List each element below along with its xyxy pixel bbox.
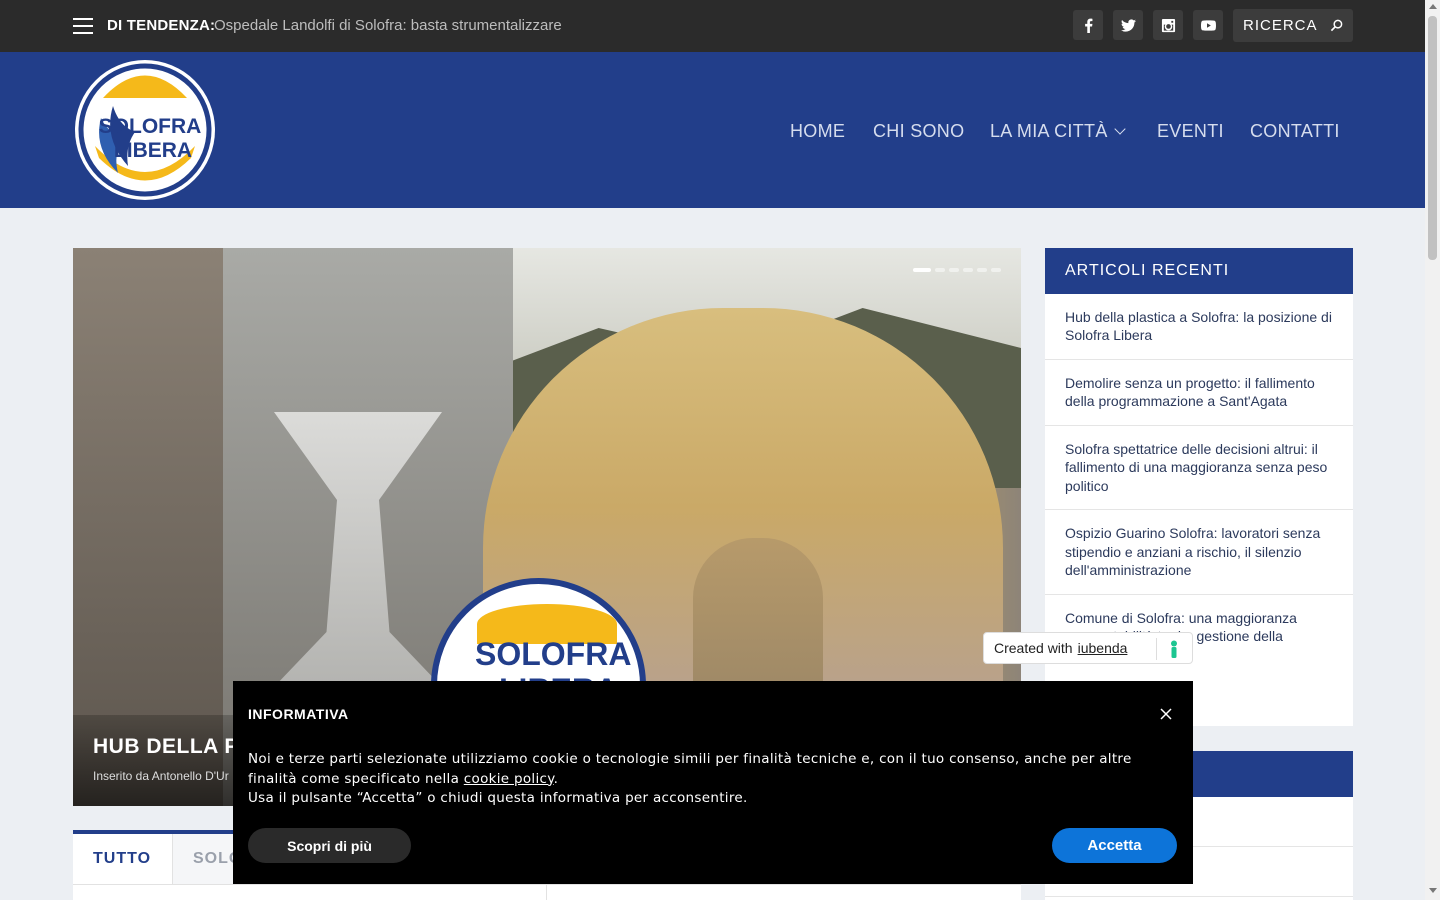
tabs-column-divider <box>546 884 547 900</box>
slider-dot[interactable] <box>977 268 987 272</box>
search-icon[interactable] <box>1330 19 1343 32</box>
cookie-policy-link[interactable]: cookie policy <box>464 771 554 787</box>
slider-pagination <box>913 268 1001 272</box>
scrollbar-thumb[interactable] <box>1428 16 1437 260</box>
slider-dot[interactable] <box>963 268 973 272</box>
iubenda-icon <box>1171 640 1177 658</box>
nav-la-mia-citta-label: LA MIA CITTÀ <box>990 121 1108 141</box>
iubenda-separator <box>1156 638 1157 660</box>
hero-meta: Inserito da Antonello D'Ur <box>93 769 229 783</box>
widget-2-divider <box>1045 896 1353 897</box>
youtube-icon[interactable] <box>1193 10 1223 40</box>
cookie-title: INFORMATIVA <box>248 706 349 722</box>
recent-post-link[interactable]: Solofra spettatrice delle decisioni altr… <box>1045 426 1353 511</box>
iubenda-prefix: Created with <box>994 640 1073 656</box>
slider-dot[interactable] <box>949 268 959 272</box>
close-icon[interactable] <box>1157 705 1175 723</box>
recent-post-link[interactable]: Demolire senza un progetto: il falliment… <box>1045 360 1353 426</box>
site-logo[interactable]: SOLOFRA LIBERA <box>73 58 217 202</box>
hamburger-menu-icon[interactable] <box>73 18 93 34</box>
cookie-text-line2: Usa il pulsante “Accetta” o chiudi quest… <box>248 790 748 806</box>
tabs-divider-line <box>73 884 1021 885</box>
nav-la-mia-citta[interactable]: LA MIA CITTÀ <box>990 121 1126 142</box>
nav-eventi[interactable]: EVENTI <box>1157 121 1224 142</box>
logo-text-line2: LIBERA <box>114 139 192 162</box>
facebook-icon[interactable] <box>1073 10 1103 40</box>
recent-post-link[interactable]: Ospizio Guarino Solofra: lavoratori senz… <box>1045 510 1353 595</box>
widget-title: ARTICOLI RECENTI <box>1045 248 1353 294</box>
iubenda-badge[interactable]: Created with iubenda <box>983 632 1193 664</box>
slider-dot[interactable] <box>913 268 931 272</box>
site-header: SOLOFRA LIBERA HOME CHI SONO LA MIA CITT… <box>0 52 1425 208</box>
scroll-down-arrow-icon[interactable] <box>1429 888 1437 893</box>
tab-tutto[interactable]: TUTTO <box>73 834 173 884</box>
slider-dot[interactable] <box>935 268 945 272</box>
page-scrollbar[interactable] <box>1425 0 1440 900</box>
cookie-banner: INFORMATIVA Noi e terze parti selezionat… <box>233 681 1193 884</box>
nav-chi-sono[interactable]: CHI SONO <box>873 121 964 142</box>
slider-dot[interactable] <box>991 268 1001 272</box>
learn-more-button[interactable]: Scopri di più <box>248 828 411 863</box>
scroll-up-arrow-icon[interactable] <box>1429 4 1437 9</box>
cookie-text: Noi e terze parti selezionate utilizziam… <box>248 750 1168 809</box>
search-box <box>1233 9 1353 42</box>
search-input[interactable] <box>1233 9 1329 42</box>
chevron-down-icon <box>1113 123 1126 135</box>
cookie-text-part1: Noi e terze parti selezionate utilizziam… <box>248 751 1132 787</box>
top-bar: DI TENDENZA: Ospedale Landolfi di Solofr… <box>0 0 1425 52</box>
nav-contatti[interactable]: CONTATTI <box>1250 121 1340 142</box>
twitter-icon[interactable] <box>1113 10 1143 40</box>
trending-link[interactable]: Ospedale Landolfi di Solofra: basta stru… <box>214 17 562 34</box>
iubenda-link[interactable]: iubenda <box>1078 640 1128 656</box>
logo-text-line1: SOLOFRA <box>99 115 202 138</box>
hero-title[interactable]: HUB DELLA PL <box>93 735 252 759</box>
nav-home[interactable]: HOME <box>790 121 845 142</box>
trending-label: DI TENDENZA: <box>107 17 216 34</box>
recent-post-link[interactable]: Hub della plastica a Solofra: la posizio… <box>1045 294 1353 360</box>
cookie-text-part2: . <box>553 770 559 787</box>
accept-button[interactable]: Accetta <box>1052 828 1177 863</box>
hero-logo-text-line1: SOLOFRA <box>475 636 632 672</box>
instagram-icon[interactable] <box>1153 10 1183 40</box>
